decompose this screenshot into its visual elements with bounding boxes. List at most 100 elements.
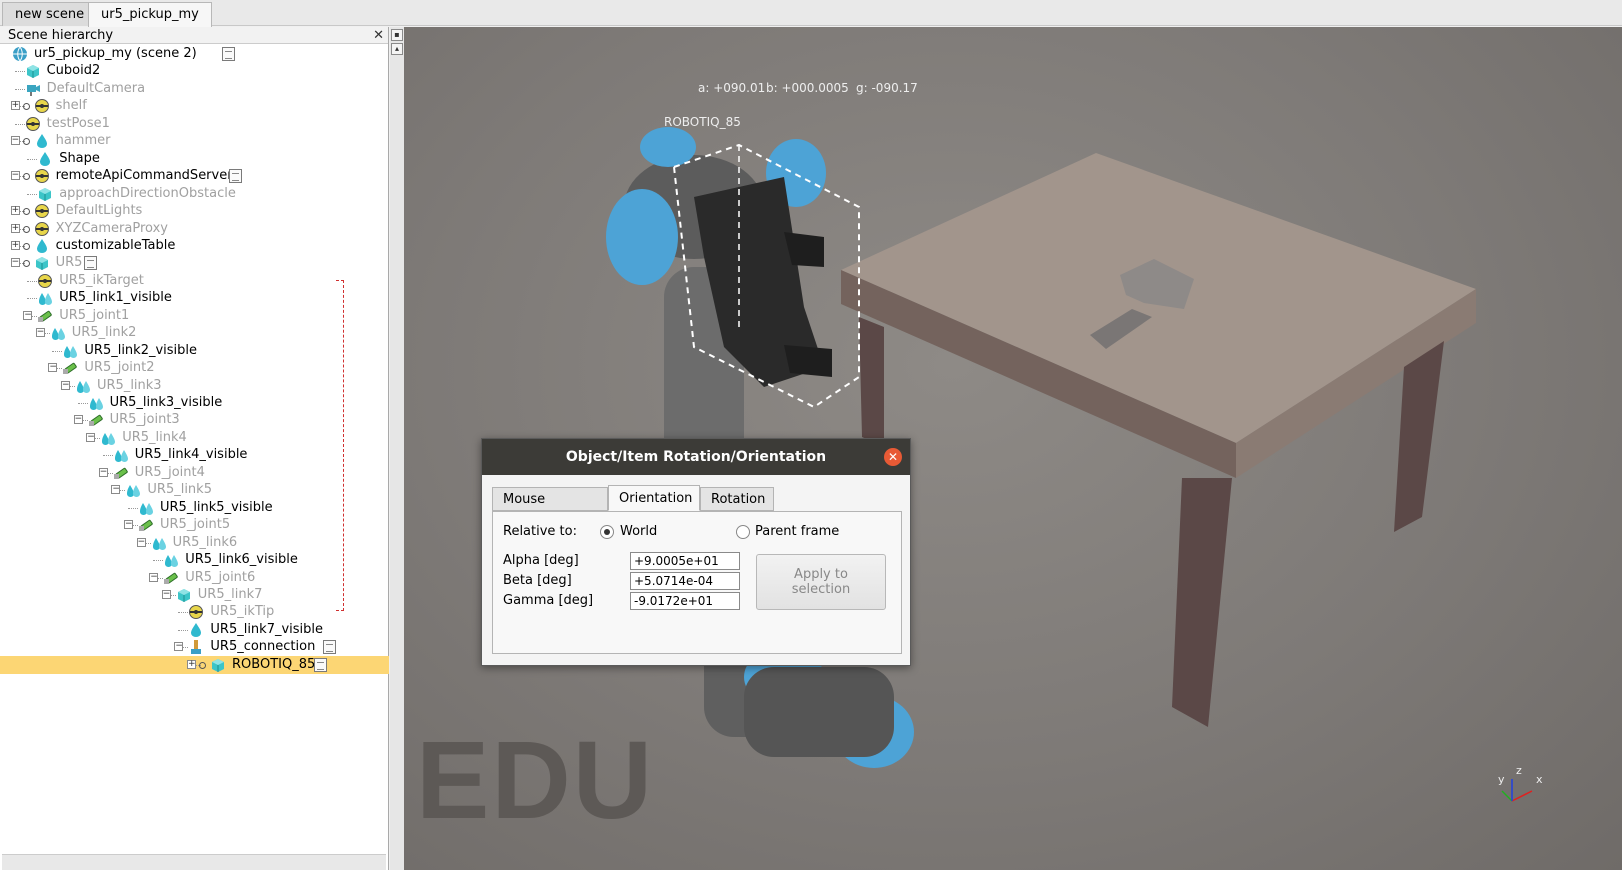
- tree-item[interactable]: UR5_link4_visible: [0, 446, 389, 464]
- multishape-icon: [88, 395, 104, 411]
- multishape-icon: [62, 343, 78, 359]
- tree-item[interactable]: − UR5_joint2: [0, 359, 389, 377]
- script-icon[interactable]: [322, 640, 336, 655]
- collapse-icon[interactable]: −: [61, 380, 70, 390]
- tree-item[interactable]: − UR5_connection: [0, 638, 389, 656]
- tree-item-label: UR5_link2: [71, 325, 137, 341]
- visibility-dot-icon[interactable]: [22, 138, 30, 146]
- expand-icon[interactable]: +: [10, 101, 20, 111]
- tree-item[interactable]: − UR5_link6: [0, 534, 389, 552]
- tree-item[interactable]: − UR5_joint6: [0, 569, 389, 587]
- tree-item[interactable]: UR5_ikTarget: [0, 272, 389, 290]
- tree-item[interactable]: − hammer: [0, 132, 389, 150]
- tree-item[interactable]: UR5_link6_visible: [0, 551, 389, 569]
- tree-item[interactable]: + customizableTable: [0, 237, 389, 255]
- expand-icon[interactable]: +: [187, 659, 196, 669]
- tree-connector: [14, 71, 25, 73]
- expand-icon[interactable]: +: [10, 223, 20, 233]
- collapse-icon[interactable]: −: [161, 589, 171, 599]
- script-icon[interactable]: [222, 47, 236, 61]
- alpha-input[interactable]: +9.0005e+01: [630, 552, 740, 570]
- parent-frame-radio-label[interactable]: Parent frame: [755, 524, 839, 539]
- tree-item[interactable]: − UR5_link4: [0, 429, 389, 447]
- scene-tree[interactable]: ur5_pickup_my (scene 2) Cuboid2 DefaultCam…: [0, 44, 389, 834]
- dialog-title-bar[interactable]: Object/Item Rotation/Orientation ✕: [482, 439, 910, 475]
- collapse-icon[interactable]: −: [174, 642, 184, 652]
- beta-input[interactable]: +5.0714e-04: [630, 572, 740, 590]
- tree-item[interactable]: Cuboid2: [0, 62, 389, 80]
- tree-item[interactable]: UR5_link7_visible: [0, 621, 389, 639]
- collapse-icon[interactable]: −: [124, 520, 133, 530]
- collapse-icon[interactable]: −: [149, 572, 159, 582]
- close-icon[interactable]: ✕: [373, 27, 384, 44]
- collapse-icon[interactable]: −: [86, 432, 96, 442]
- tab-mouse-rotation[interactable]: Mouse Rotation: [492, 487, 608, 531]
- visibility-dot-icon[interactable]: [22, 225, 30, 233]
- tree-item[interactable]: − UR5_link2: [0, 324, 389, 342]
- tree-item[interactable]: − UR5_link3: [0, 377, 389, 395]
- tab-ur5-pickup-my[interactable]: ur5_pickup_my: [88, 2, 212, 27]
- collapse-button[interactable]: ▪: [391, 29, 403, 41]
- tree-item[interactable]: ur5_pickup_my (scene 2): [0, 45, 389, 63]
- script-icon[interactable]: [314, 657, 327, 672]
- tree-item[interactable]: UR5_link5_visible: [0, 499, 389, 517]
- tree-item-label: UR5_connection: [210, 639, 316, 655]
- tree-item[interactable]: − UR5_link5: [0, 481, 389, 499]
- script-icon[interactable]: [84, 256, 98, 271]
- tree-item[interactable]: − UR5_joint3: [0, 411, 389, 429]
- tree-item[interactable]: UR5_link3_visible: [0, 394, 389, 412]
- tree-item[interactable]: UR5_ikTip: [0, 603, 389, 621]
- tree-item[interactable]: testPose1: [0, 115, 389, 133]
- tree-connector: [178, 629, 189, 631]
- visibility-dot-icon[interactable]: [22, 173, 30, 181]
- gamma-input[interactable]: -9.0172e+01: [630, 592, 740, 610]
- tree-item[interactable]: DefaultCamera: [0, 80, 389, 98]
- script-icon[interactable]: [228, 169, 242, 184]
- tree-item[interactable]: Shape: [0, 150, 389, 168]
- expand-button[interactable]: ▴: [391, 43, 403, 55]
- tree-item[interactable]: − UR5: [0, 254, 389, 272]
- tree-item[interactable]: + DefaultLights: [0, 202, 389, 220]
- expand-icon[interactable]: +: [10, 206, 20, 216]
- collapse-icon[interactable]: −: [35, 328, 45, 338]
- tree-item[interactable]: approachDirectionObstacle: [0, 185, 389, 203]
- collapse-icon[interactable]: −: [10, 171, 20, 181]
- tab-orientation[interactable]: Orientation: [608, 485, 700, 511]
- visibility-dot-icon[interactable]: [22, 103, 30, 111]
- tree-item[interactable]: UR5_link1_visible: [0, 289, 389, 307]
- document-tab-bar: new scene ur5_pickup_my: [0, 0, 1622, 27]
- collapse-icon[interactable]: −: [10, 136, 20, 146]
- collapse-icon[interactable]: −: [98, 467, 108, 477]
- apply-to-selection-button[interactable]: Apply to selection: [756, 554, 886, 610]
- visibility-dot-icon[interactable]: [22, 242, 30, 250]
- collapse-icon[interactable]: −: [10, 258, 20, 268]
- panel-splitter[interactable]: ▪ ▴: [390, 27, 404, 870]
- world-radio-label[interactable]: World: [620, 524, 657, 539]
- tree-item[interactable]: + XYZCameraProxy: [0, 220, 389, 238]
- tree-item[interactable]: − UR5_joint5: [0, 516, 389, 534]
- expand-icon[interactable]: +: [10, 240, 20, 250]
- parent-frame-radio[interactable]: [736, 525, 750, 539]
- robot-joint-cap-1: [606, 189, 678, 285]
- collapse-icon[interactable]: −: [23, 310, 33, 320]
- tree-item[interactable]: − remoteApiCommandServer: [0, 167, 389, 185]
- tree-item[interactable]: − UR5_link7: [0, 586, 389, 604]
- visibility-dot-icon[interactable]: [22, 208, 30, 216]
- collapse-icon[interactable]: −: [111, 485, 121, 495]
- collapse-icon[interactable]: −: [48, 363, 58, 373]
- tree-item[interactable]: UR5_link2_visible: [0, 342, 389, 360]
- tree-item[interactable]: − UR5_joint4: [0, 464, 389, 482]
- tree-item[interactable]: + shelf: [0, 97, 389, 115]
- tab-new-scene[interactable]: new scene: [2, 2, 98, 26]
- horizontal-scrollbar[interactable]: [2, 854, 386, 870]
- tree-item[interactable]: − UR5_joint1: [0, 307, 389, 325]
- tab-rotation[interactable]: Rotation: [700, 487, 774, 511]
- collapse-icon[interactable]: −: [73, 415, 83, 425]
- visibility-dot-icon[interactable]: [22, 260, 30, 268]
- dummy-icon: [34, 221, 50, 237]
- dialog-close-icon[interactable]: ✕: [884, 448, 902, 466]
- world-radio[interactable]: [600, 525, 614, 539]
- tree-item[interactable]: + ROBOTIQ_85: [0, 655, 389, 674]
- visibility-dot-icon[interactable]: [199, 661, 206, 669]
- collapse-icon[interactable]: −: [136, 537, 146, 547]
